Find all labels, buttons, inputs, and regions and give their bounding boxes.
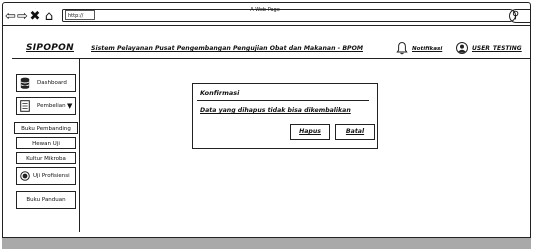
user-label[interactable]: USER_TESTING — [472, 44, 532, 54]
sidebar-item-label: Dashboard — [37, 80, 67, 86]
hapus-button[interactable]: Hapus — [290, 124, 330, 140]
sidebar-item-pembelian[interactable]: Pembelian ▼ — [16, 97, 76, 115]
radio-icon — [20, 171, 30, 181]
close-icon[interactable]: ✖ — [29, 9, 41, 25]
sidebar-item-buku-panduan[interactable]: Buku Panduan — [16, 191, 76, 209]
home-icon[interactable]: ⌂ — [42, 9, 56, 25]
bell-icon[interactable] — [396, 41, 408, 55]
header-divider — [12, 58, 531, 59]
sidebar-item-label: Uji Profisiensi — [33, 173, 70, 179]
sidebar-item-kultur-mikroba[interactable]: Kultur Mikroba — [16, 152, 76, 164]
database-icon — [20, 77, 30, 89]
chevron-down-icon: ▼ — [67, 102, 73, 110]
sidebar-item-hewan-uji[interactable]: Hewan Uji — [16, 137, 76, 149]
dialog-divider — [197, 100, 369, 101]
back-icon[interactable]: ⇦ — [5, 9, 16, 25]
search-icon[interactable]: ⚲ — [512, 9, 524, 23]
address-bar[interactable] — [62, 9, 516, 22]
dialog-title: Konfirmasi — [200, 89, 240, 97]
footer-bar — [2, 237, 531, 249]
sidebar-item-buku-pembanding[interactable]: Buku Pembanding — [14, 122, 78, 134]
app-logo[interactable]: SIPOPON — [26, 42, 86, 54]
forward-icon[interactable]: ⇨ — [17, 9, 28, 25]
batal-button[interactable]: Batal — [335, 124, 375, 140]
sidebar-item-dashboard[interactable]: Dashboard — [16, 74, 76, 92]
app-fullname: Sistem Pelayanan Pusat Pengembangan Peng… — [91, 45, 364, 52]
list-icon — [20, 100, 30, 112]
sidebar-item-uji-profisiensi[interactable]: Uji Profisiensi — [16, 167, 76, 185]
user-icon[interactable] — [456, 42, 468, 54]
notification-label[interactable]: Notifikasi — [412, 44, 446, 54]
url-text[interactable]: http:// — [65, 10, 95, 20]
dialog-message: Data yang dihapus tidak bisa dikembalika… — [200, 107, 351, 114]
sidebar-item-label: Pembelian — [37, 103, 66, 109]
